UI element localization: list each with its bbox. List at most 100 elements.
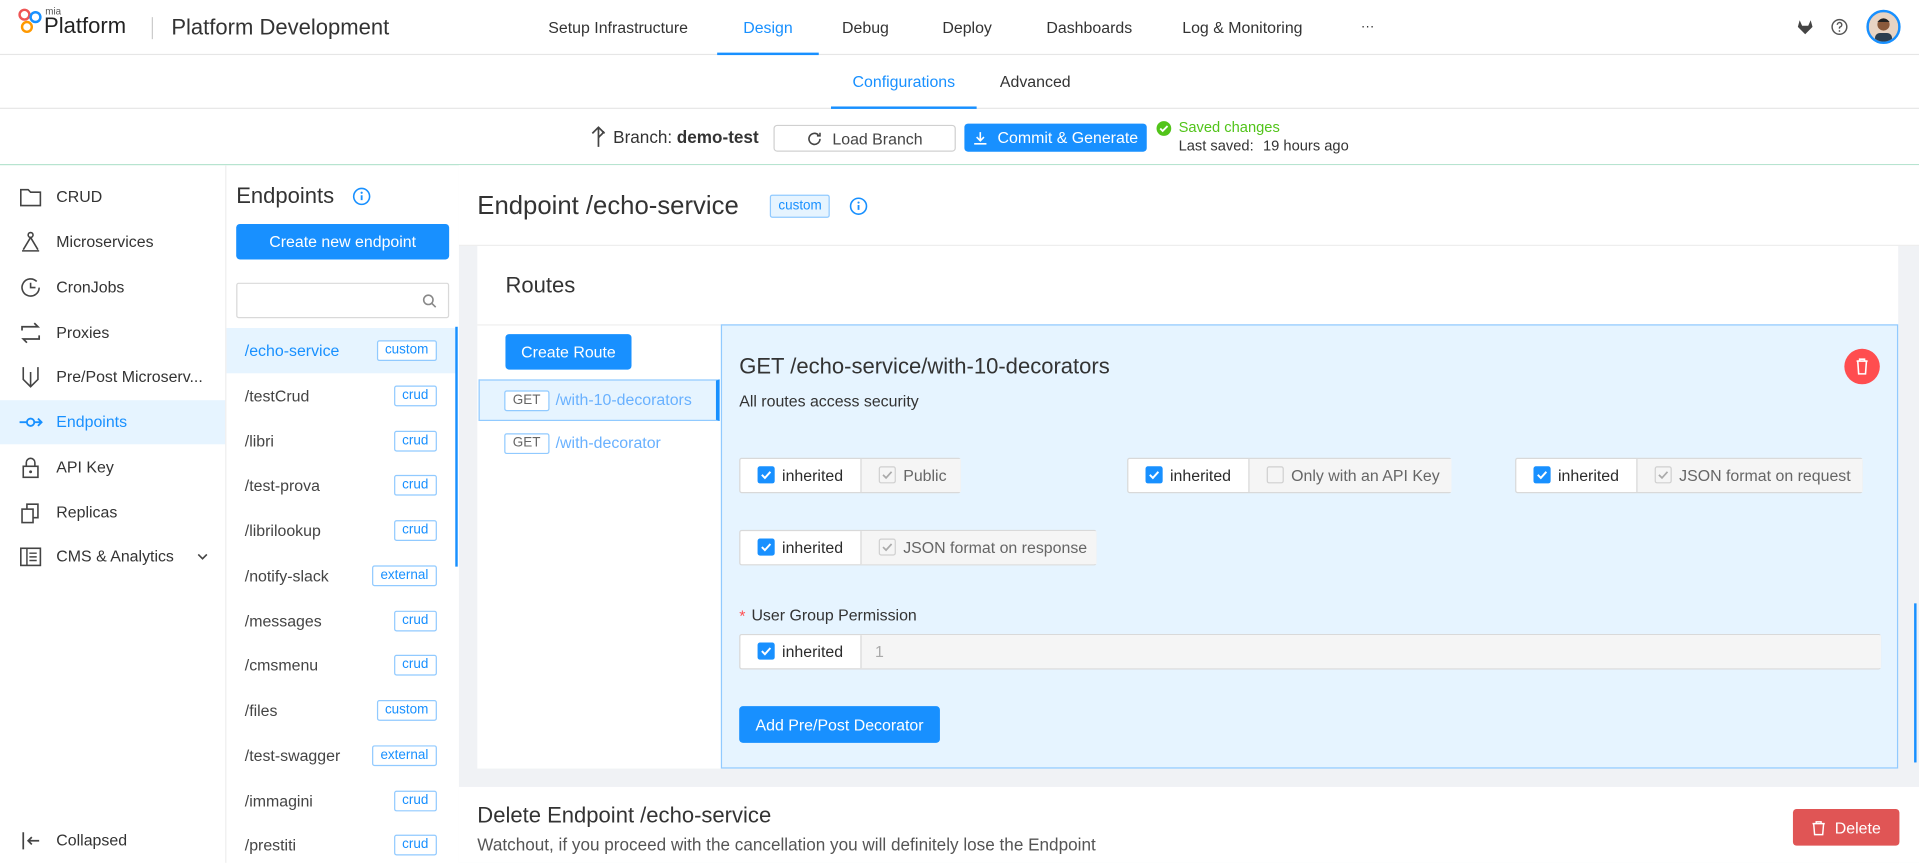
list-item[interactable]: /messages crud [226, 598, 456, 643]
nav-deploy[interactable]: Deploy [942, 0, 992, 55]
gitlab-icon[interactable] [1797, 18, 1814, 35]
nav-design[interactable]: Design [717, 0, 819, 56]
route-detail: GET /echo-service/with-10-decorators All… [720, 324, 1899, 769]
route-item[interactable]: GET /with-decorator [479, 422, 720, 464]
create-route-button[interactable]: Create Route [505, 334, 632, 370]
endpoint-path: /librilookup [244, 521, 321, 540]
main-scrollbar[interactable] [1914, 603, 1917, 763]
endpoint-tag: crud [393, 520, 437, 541]
inherited-checkbox[interactable]: inherited [1128, 459, 1248, 492]
search-icon[interactable] [422, 294, 437, 309]
commit-generate-label: Commit & Generate [997, 128, 1139, 147]
route-path: /with-10-decorators [555, 390, 692, 409]
json-request-checkbox: JSON format on request [1636, 458, 1863, 492]
list-item[interactable]: /test-swagger external [226, 733, 456, 778]
info-icon[interactable] [352, 187, 371, 206]
load-branch-label: Load Branch [832, 129, 923, 148]
add-decorator-button[interactable]: Add Pre/Post Decorator [739, 706, 940, 743]
sidebar-item-microservices[interactable]: Microservices [0, 220, 225, 264]
json-response-checkbox: JSON format on response [860, 531, 1097, 565]
list-item[interactable]: /immagini crud [226, 778, 456, 823]
load-branch-button[interactable]: Load Branch [773, 124, 956, 152]
project-name: Platform Development [171, 14, 390, 40]
collapse-label: Collapsed [56, 830, 128, 850]
api-key-checkbox: Only with an API Key [1248, 458, 1452, 492]
list-item[interactable]: /notify-slack external [226, 553, 456, 598]
delete-route-button[interactable] [1844, 348, 1880, 385]
commit-generate-button[interactable]: Commit & Generate [964, 123, 1147, 152]
avatar[interactable] [1866, 9, 1901, 45]
inherited-label: inherited [1170, 466, 1232, 485]
security-public-group: inherited Public [739, 457, 961, 494]
list-item[interactable]: /cmsmenu crud [226, 643, 456, 688]
brand-divider [151, 17, 153, 40]
option-label: Public [903, 466, 947, 485]
sidebar: CRUD Microservices CronJobs Proxies Pre/… [0, 165, 226, 863]
list-item[interactable]: /prestiti crud [226, 822, 456, 862]
list-item[interactable]: /testCrud crud [226, 373, 456, 418]
route-item-active[interactable]: GET /with-10-decorators [478, 379, 720, 422]
decorator-icon [18, 365, 42, 389]
sidebar-collapse-button[interactable]: Collapsed [0, 819, 225, 863]
route-method-badge: GET [504, 390, 550, 412]
nav-debug[interactable]: Debug [842, 0, 889, 55]
endpoint-tag: crud [393, 430, 437, 452]
routes-title: Routes [505, 272, 576, 298]
mia-logo-icon [17, 7, 44, 36]
endpoint-tag: custom [376, 340, 437, 362]
endpoint-search-field [236, 282, 450, 319]
create-route-label: Create Route [521, 342, 616, 362]
sidebar-item-proxies[interactable]: Proxies [0, 311, 225, 355]
sidebar-item-crud[interactable]: CRUD [0, 175, 225, 219]
sidebar-item-endpoints[interactable]: Endpoints [0, 400, 226, 445]
security-json-response-group: inherited JSON format on response [739, 529, 1097, 566]
sidebar-item-label: Microservices [56, 232, 154, 251]
inherited-label: inherited [782, 642, 844, 661]
help-icon[interactable] [1831, 18, 1848, 36]
sidebar-item-label: API Key [56, 457, 114, 477]
create-endpoint-button[interactable]: Create new endpoint [236, 223, 450, 260]
nav-setup-infrastructure[interactable]: Setup Infrastructure [548, 0, 688, 55]
security-api-key-group: inherited Only with an API Key [1127, 457, 1452, 494]
nav-log-monitoring[interactable]: Log & Monitoring [1182, 0, 1302, 55]
sidebar-item-label: Replicas [56, 503, 118, 522]
option-label: JSON format on request [1679, 466, 1851, 485]
list-item[interactable]: /echo-service custom [226, 327, 457, 374]
collapse-icon [18, 829, 42, 853]
sidebar-item-replicas[interactable]: Replicas [0, 491, 225, 535]
inherited-label: inherited [1557, 466, 1620, 485]
endpoint-tag: external [371, 745, 437, 767]
endpoint-path: /files [244, 701, 278, 720]
list-item[interactable]: /libri crud [226, 419, 456, 464]
list-item[interactable]: /librilookup crud [226, 508, 456, 553]
endpoint-search-input[interactable] [242, 288, 414, 313]
tab-advanced[interactable]: Advanced [1000, 55, 1071, 109]
inherited-checkbox[interactable]: inherited [740, 459, 860, 492]
sidebar-item-cms-analytics[interactable]: CMS & Analytics [0, 535, 225, 579]
endpoint-tag: crud [393, 654, 437, 676]
endpoint-tag: crud [393, 474, 437, 496]
info-icon[interactable] [849, 197, 868, 215]
sidebar-item-pre-post[interactable]: Pre/Post Microserv... [0, 355, 225, 399]
reload-icon [808, 131, 821, 145]
delete-endpoint-button[interactable]: Delete [1792, 808, 1900, 846]
sidebar-item-cronjobs[interactable]: CronJobs [0, 266, 225, 310]
sidebar-item-api-key[interactable]: API Key [0, 445, 225, 489]
nav-dashboards[interactable]: Dashboards [1046, 0, 1132, 55]
check-circle-icon [1156, 121, 1172, 136]
sidebar-item-label: CMS & Analytics [56, 547, 174, 566]
last-saved-value: 19 hours ago [1263, 137, 1349, 155]
list-scrollbar[interactable] [455, 326, 458, 567]
list-item[interactable]: /files custom [226, 688, 456, 733]
create-endpoint-label: Create new endpoint [269, 232, 417, 251]
inherited-label: inherited [782, 538, 844, 557]
inherited-checkbox[interactable]: inherited [740, 635, 860, 668]
inherited-checkbox[interactable]: inherited [1516, 459, 1636, 492]
nav-more[interactable]: ··· [1361, 0, 1374, 55]
list-item[interactable]: /test-prova crud [226, 463, 456, 508]
endpoint-path: /libri [244, 432, 274, 451]
permission-input[interactable]: 1 [860, 635, 1882, 669]
tab-configurations[interactable]: Configurations [830, 55, 977, 109]
trash-icon [1856, 358, 1868, 375]
inherited-checkbox[interactable]: inherited [740, 531, 860, 564]
